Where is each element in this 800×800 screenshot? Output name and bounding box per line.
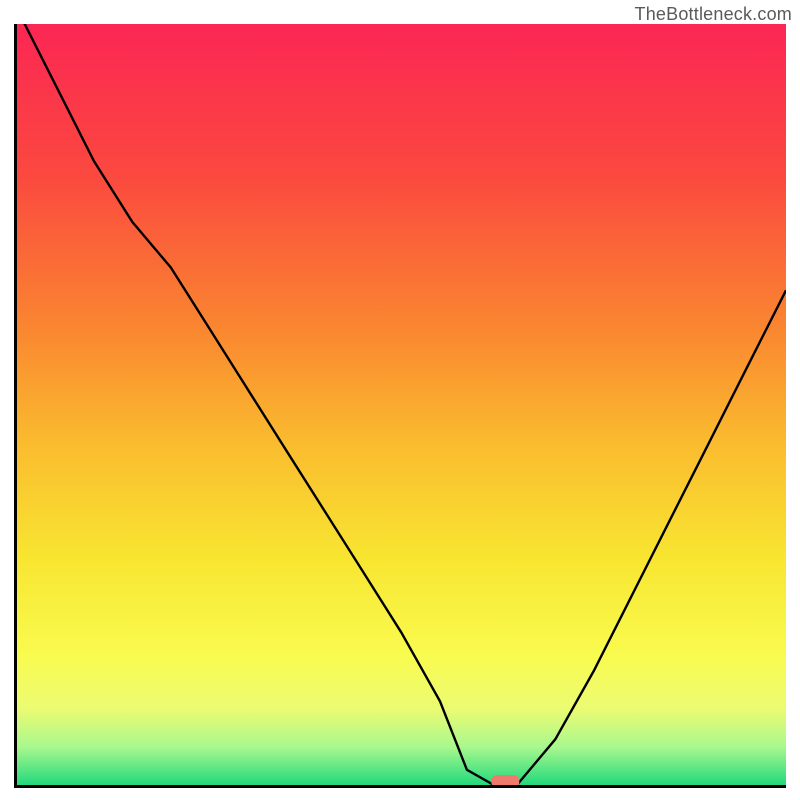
optimal-marker	[491, 775, 519, 785]
watermark-text: TheBottleneck.com	[635, 4, 792, 25]
bottleneck-chart	[17, 24, 786, 785]
gradient-background	[17, 24, 786, 785]
plot-area	[14, 24, 786, 788]
